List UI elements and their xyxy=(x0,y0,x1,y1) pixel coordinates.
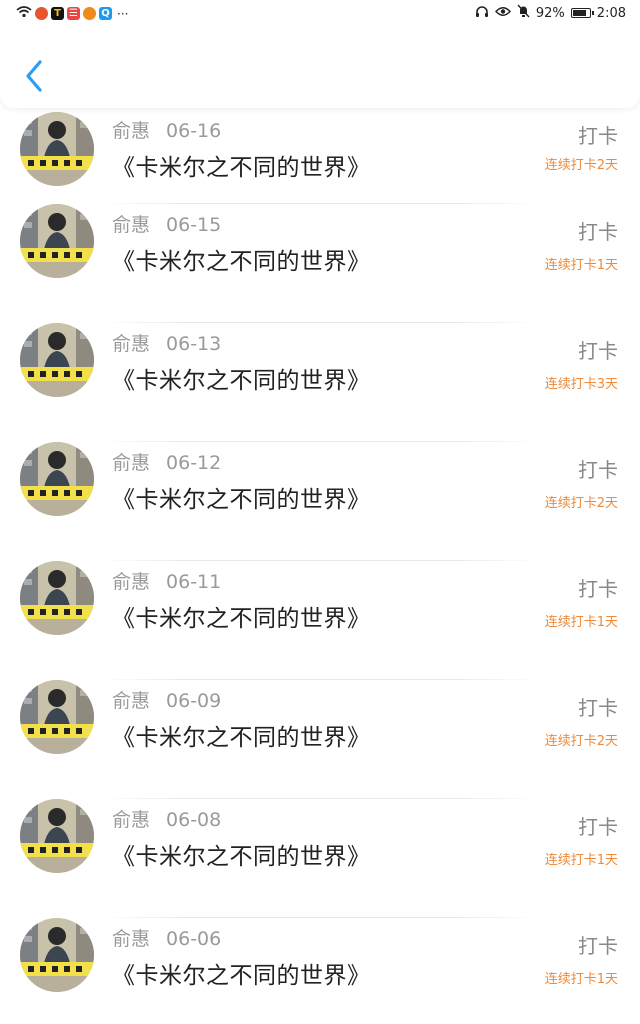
book-title[interactable]: 《卡米尔之不同的世界》 xyxy=(112,956,371,990)
streak-count: 连续打卡1天 xyxy=(544,258,618,273)
checkin-row[interactable]: 俞惠 06-08 《卡米尔之不同的世界》 打卡 连续打卡1天 xyxy=(0,799,640,918)
eye-icon xyxy=(494,6,511,21)
weibo-icon-2 xyxy=(83,7,96,20)
avatar[interactable] xyxy=(20,442,94,516)
streak-count: 连续打卡2天 xyxy=(544,734,618,749)
mute-bell-icon xyxy=(517,4,530,22)
checkin-label: 打卡 xyxy=(578,458,618,482)
user-name: 俞惠 xyxy=(112,452,151,474)
user-name: 俞惠 xyxy=(112,333,151,355)
back-button[interactable] xyxy=(22,58,48,94)
entry-meta: 俞惠 06-12 xyxy=(112,448,221,475)
battery-icon xyxy=(570,8,594,18)
entry-date: 06-12 xyxy=(166,452,222,474)
app-red-icon: ☰ xyxy=(67,7,80,20)
streak-count: 连续打卡1天 xyxy=(544,972,618,987)
status-notifications: T ☰ Q ··· xyxy=(16,5,128,22)
user-name: 俞惠 xyxy=(112,214,151,236)
entry-meta: 俞惠 06-16 xyxy=(112,116,221,143)
wifi-icon xyxy=(16,5,32,22)
headphones-icon xyxy=(475,5,489,22)
checkin-row[interactable]: 俞惠 06-13 《卡米尔之不同的世界》 打卡 连续打卡3天 xyxy=(0,323,640,442)
checkin-label: 打卡 xyxy=(578,815,618,839)
checkin-row[interactable]: 俞惠 06-11 《卡米尔之不同的世界》 打卡 连续打卡1天 xyxy=(0,561,640,680)
entry-meta: 俞惠 06-15 xyxy=(112,210,221,237)
avatar[interactable] xyxy=(20,561,94,635)
weibo-icon xyxy=(35,7,48,20)
entry-date: 06-09 xyxy=(166,690,222,712)
checkin-label: 打卡 xyxy=(578,124,618,148)
book-title[interactable]: 《卡米尔之不同的世界》 xyxy=(112,837,371,871)
more-notifications-icon: ··· xyxy=(117,6,129,21)
streak-count: 连续打卡3天 xyxy=(544,377,618,392)
streak-count: 连续打卡2天 xyxy=(544,496,618,511)
user-name: 俞惠 xyxy=(112,928,151,950)
checkin-row[interactable]: 俞惠 06-16 《卡米尔之不同的世界》 打卡 连续打卡2天 xyxy=(0,108,640,204)
chevron-left-icon xyxy=(26,60,42,92)
avatar[interactable] xyxy=(20,680,94,754)
status-system: 92% 2:08 xyxy=(475,4,626,22)
app-t-icon: T xyxy=(51,7,64,20)
checkin-row[interactable]: 俞惠 06-15 《卡米尔之不同的世界》 打卡 连续打卡1天 xyxy=(0,204,640,323)
entry-meta: 俞惠 06-09 xyxy=(112,686,221,713)
user-name: 俞惠 xyxy=(112,690,151,712)
checkin-row[interactable]: 俞惠 06-06 《卡米尔之不同的世界》 打卡 连续打卡1天 xyxy=(0,918,640,1024)
entry-meta: 俞惠 06-11 xyxy=(112,567,221,594)
book-title[interactable]: 《卡米尔之不同的世界》 xyxy=(112,480,371,514)
app-screen: T ☰ Q ··· 92% 2:08 俞惠 06-16 《卡米尔之不同的世界》 … xyxy=(0,0,640,1024)
avatar[interactable] xyxy=(20,112,94,186)
avatar[interactable] xyxy=(20,323,94,397)
book-title[interactable]: 《卡米尔之不同的世界》 xyxy=(112,718,371,752)
avatar[interactable] xyxy=(20,204,94,278)
entry-meta: 俞惠 06-13 xyxy=(112,329,221,356)
checkin-label: 打卡 xyxy=(578,220,618,244)
book-title[interactable]: 《卡米尔之不同的世界》 xyxy=(112,242,371,276)
entry-meta: 俞惠 06-08 xyxy=(112,805,221,832)
streak-count: 连续打卡1天 xyxy=(544,615,618,630)
entry-date: 06-16 xyxy=(166,120,222,142)
entry-date: 06-13 xyxy=(166,333,222,355)
search-app-icon: Q xyxy=(99,7,112,20)
avatar[interactable] xyxy=(20,799,94,873)
checkin-list: 俞惠 06-16 《卡米尔之不同的世界》 打卡 连续打卡2天 俞惠 06-15 《卡… xyxy=(0,108,640,1024)
user-name: 俞惠 xyxy=(112,120,151,142)
user-name: 俞惠 xyxy=(112,809,151,831)
entry-date: 06-11 xyxy=(166,571,222,593)
entry-date: 06-15 xyxy=(166,214,222,236)
book-title[interactable]: 《卡米尔之不同的世界》 xyxy=(112,148,371,182)
book-title[interactable]: 《卡米尔之不同的世界》 xyxy=(112,599,371,633)
checkin-label: 打卡 xyxy=(578,339,618,363)
checkin-row[interactable]: 俞惠 06-09 《卡米尔之不同的世界》 打卡 连续打卡2天 xyxy=(0,680,640,799)
top-nav-bar xyxy=(0,28,640,108)
entry-date: 06-06 xyxy=(166,928,222,950)
entry-date: 06-08 xyxy=(166,809,222,831)
avatar[interactable] xyxy=(20,918,94,992)
entry-meta: 俞惠 06-06 xyxy=(112,924,221,951)
checkin-label: 打卡 xyxy=(578,696,618,720)
battery-percent: 92% xyxy=(535,5,565,21)
user-name: 俞惠 xyxy=(112,571,151,593)
streak-count: 连续打卡2天 xyxy=(544,158,618,173)
streak-count: 连续打卡1天 xyxy=(544,853,618,868)
checkin-label: 打卡 xyxy=(578,577,618,601)
checkin-label: 打卡 xyxy=(578,934,618,958)
status-bar: T ☰ Q ··· 92% 2:08 xyxy=(0,0,640,28)
checkin-row[interactable]: 俞惠 06-12 《卡米尔之不同的世界》 打卡 连续打卡2天 xyxy=(0,442,640,561)
clock: 2:08 xyxy=(596,5,626,21)
book-title[interactable]: 《卡米尔之不同的世界》 xyxy=(112,361,371,395)
